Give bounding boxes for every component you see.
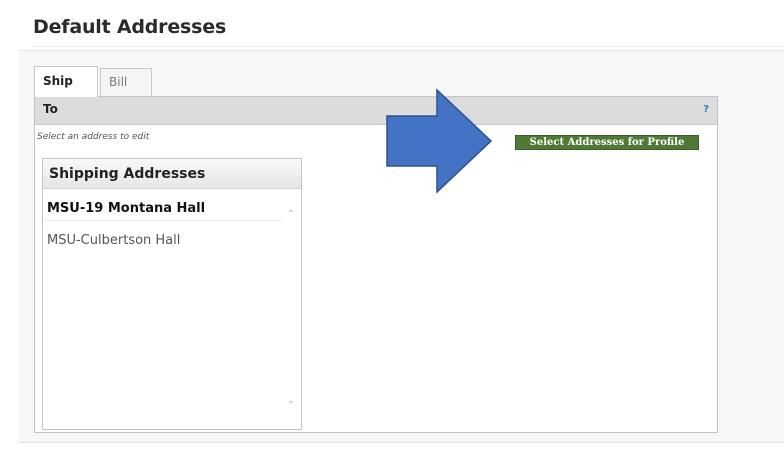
edit-hint: Select an address to edit bbox=[37, 132, 150, 142]
ship-to-content: ? Select an address to edit Select Addre… bbox=[34, 96, 718, 433]
tab-ship-to[interactable]: Ship To bbox=[34, 66, 98, 116]
arrow-right-icon bbox=[386, 88, 493, 194]
list-item[interactable]: MSU-19 Montana Hall bbox=[43, 197, 282, 221]
content-toolbar: ? bbox=[35, 97, 717, 125]
tab-bill-to[interactable]: Bill To bbox=[100, 68, 152, 115]
select-addresses-button[interactable]: Select Addresses for Profile bbox=[515, 135, 699, 150]
list-header: Shipping Addresses bbox=[43, 159, 301, 189]
list-item[interactable]: MSU-Culbertson Hall bbox=[43, 229, 282, 253]
scroll-down-icon[interactable]: ⌄ bbox=[285, 395, 297, 406]
page-title: Default Addresses bbox=[33, 16, 227, 38]
scroll-up-icon[interactable]: ⌃ bbox=[285, 209, 297, 220]
title-divider bbox=[33, 46, 784, 47]
help-icon[interactable]: ? bbox=[703, 104, 709, 115]
shipping-addresses-list: Shipping Addresses MSU-19 Montana Hall M… bbox=[42, 158, 302, 430]
